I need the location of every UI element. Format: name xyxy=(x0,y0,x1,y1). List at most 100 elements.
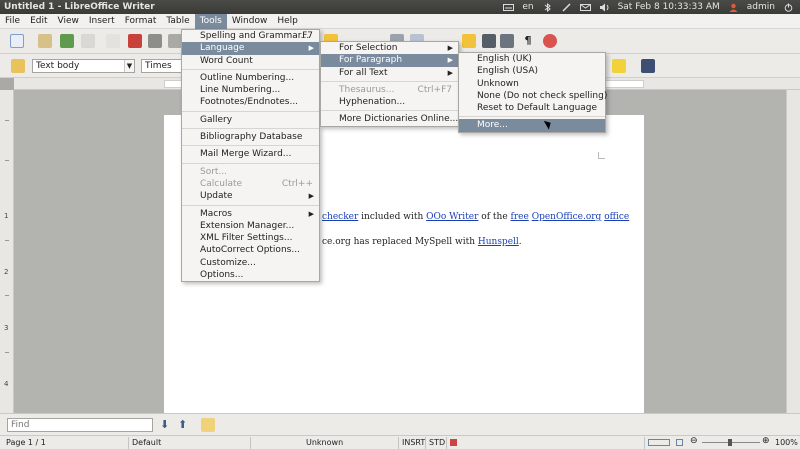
vertical-scrollbar[interactable] xyxy=(786,90,800,413)
hyperlink[interactable]: free xyxy=(511,212,529,222)
find-input[interactable]: Find xyxy=(7,418,153,432)
gallery-icon[interactable] xyxy=(482,34,496,48)
paragraph-language-item-english-usa[interactable]: English (USA) xyxy=(459,65,605,77)
menu-item-word-count[interactable]: Word Count xyxy=(182,55,319,67)
paragraph-language-item-reset-to-default-language[interactable]: Reset to Default Language xyxy=(459,102,605,114)
menu-edit[interactable]: Edit xyxy=(25,14,52,29)
language-item-hyphenation[interactable]: Hyphenation... xyxy=(321,96,458,108)
menu-item-gallery[interactable]: Gallery xyxy=(182,114,319,126)
data-sources-icon[interactable] xyxy=(500,34,514,48)
menu-item-label: Gallery xyxy=(200,114,233,125)
selection-mode[interactable]: STD xyxy=(429,438,445,447)
menu-item-sort: Sort... xyxy=(182,166,319,178)
save-icon[interactable] xyxy=(60,34,74,48)
menu-item-label: For Selection xyxy=(339,43,398,53)
menu-item-label: None (Do not check spelling) xyxy=(477,90,608,101)
export-pdf-icon[interactable] xyxy=(128,34,142,48)
paragraph-language-item-english-uk[interactable]: English (UK) xyxy=(459,53,605,65)
language-item-for-all-text[interactable]: For all Text ▶ xyxy=(321,67,458,79)
menu-item-spelling-and-grammar[interactable]: Spelling and Grammar... F7 xyxy=(182,30,319,42)
menu-item-xml-filter-settings[interactable]: XML Filter Settings... xyxy=(182,232,319,244)
page-style[interactable]: Default xyxy=(132,438,161,447)
volume-icon[interactable] xyxy=(599,3,610,12)
menu-insert[interactable]: Insert xyxy=(84,14,120,29)
insert-mode[interactable]: INSRT xyxy=(402,438,425,447)
keyboard-layout[interactable]: en xyxy=(522,2,533,12)
zoom-slider-handle[interactable] xyxy=(728,439,732,446)
print-icon[interactable] xyxy=(148,34,162,48)
hyperlink[interactable]: OpenOffice.org xyxy=(532,212,602,222)
styles-icon[interactable] xyxy=(11,59,25,73)
document-area[interactable]: checker included with OOo Writer of the … xyxy=(14,90,786,435)
find-previous-icon[interactable]: ⬇ xyxy=(160,418,169,431)
zoom-out-icon[interactable]: ⊖ xyxy=(690,436,698,446)
paragraph-language-item-more[interactable]: More... xyxy=(459,119,605,132)
zoom-level[interactable]: 100% xyxy=(775,438,798,447)
menu-window[interactable]: Window xyxy=(227,14,273,29)
document-line-1[interactable]: checker included with OOo Writer of the … xyxy=(322,212,629,222)
menu-item-outline-numbering[interactable]: Outline Numbering... xyxy=(182,72,319,84)
open-icon[interactable] xyxy=(38,34,52,48)
menu-file[interactable]: File xyxy=(0,14,25,29)
menu-item-bibliography-database[interactable]: Bibliography Database xyxy=(182,131,319,143)
book-view-icon[interactable] xyxy=(676,439,683,446)
menu-item-extension-manager[interactable]: Extension Manager... xyxy=(182,220,319,232)
pilcrow-icon[interactable]: ¶ xyxy=(521,34,535,48)
email-icon[interactable] xyxy=(81,34,95,48)
network-icon[interactable] xyxy=(561,2,572,12)
highlight-icon[interactable] xyxy=(612,59,626,73)
paragraph-style-combo[interactable]: Text body ▼ xyxy=(32,59,135,73)
navigator-icon[interactable] xyxy=(462,34,476,48)
menu-item-autocorrect-options[interactable]: AutoCorrect Options... xyxy=(182,244,319,256)
language-item-more-dictionaries-online[interactable]: More Dictionaries Online... xyxy=(321,113,458,125)
vertical-ruler[interactable]: 1 2 3 4 xyxy=(0,90,14,413)
hyperlink[interactable]: office xyxy=(604,212,629,222)
menu-view[interactable]: View xyxy=(53,14,84,29)
clock[interactable]: Sat Feb 8 10:33:33 AM xyxy=(618,2,720,12)
paragraph-language-item-unknown[interactable]: Unknown xyxy=(459,78,605,90)
background-color-icon[interactable] xyxy=(641,59,655,73)
language-item-for-selection[interactable]: For Selection ▶ xyxy=(321,42,458,54)
menu-format[interactable]: Format xyxy=(120,14,162,29)
text-run: . xyxy=(518,237,522,247)
user-name[interactable]: admin xyxy=(747,2,775,12)
menu-table[interactable]: Table xyxy=(161,14,194,29)
language-status[interactable]: Unknown xyxy=(306,438,343,447)
view-layout-icon[interactable] xyxy=(648,439,670,446)
menu-item-footnotes-endnotes[interactable]: Footnotes/Endnotes... xyxy=(182,96,319,108)
menu-divider xyxy=(182,110,319,112)
find-next-icon[interactable]: ⬆ xyxy=(178,418,187,431)
edit-file-icon[interactable] xyxy=(106,34,120,48)
hyperlink[interactable]: Hunspell xyxy=(478,237,519,247)
menu-item-label: English (UK) xyxy=(477,54,532,64)
print-preview-icon[interactable] xyxy=(168,34,182,48)
language-item-for-paragraph[interactable]: For Paragraph ▶ xyxy=(321,54,458,67)
chevron-down-icon[interactable]: ▼ xyxy=(124,60,134,72)
keyboard-icon[interactable] xyxy=(503,3,515,12)
menu-item-line-numbering[interactable]: Line Numbering... xyxy=(182,84,319,96)
menu-item-mail-merge-wizard[interactable]: Mail Merge Wizard... xyxy=(182,148,319,160)
document-line-2[interactable]: ce.org has replaced MySpell with Hunspel… xyxy=(322,237,522,247)
hyperlink[interactable]: OOo Writer xyxy=(426,212,478,222)
menu-item-customize[interactable]: Customize... xyxy=(182,257,319,269)
mail-icon[interactable] xyxy=(579,3,591,12)
submenu-arrow-icon: ▶ xyxy=(447,56,453,65)
help-icon[interactable] xyxy=(543,34,557,48)
menu-item-update[interactable]: Update ▶ xyxy=(182,190,319,202)
find-replace-icon[interactable] xyxy=(201,418,215,432)
menu-help[interactable]: Help xyxy=(272,14,303,29)
power-icon[interactable] xyxy=(783,3,794,12)
menu-item-macros[interactable]: Macros ▶ xyxy=(182,208,319,220)
font-name-combo[interactable]: Times Ne xyxy=(141,59,186,73)
menu-item-label: For all Text xyxy=(339,67,388,78)
zoom-in-icon[interactable]: ⊕ xyxy=(762,436,770,446)
menu-tools[interactable]: Tools xyxy=(194,13,227,29)
user-icon[interactable] xyxy=(728,3,739,12)
language-item-thesaurus: Thesaurus... Ctrl+F7 xyxy=(321,84,458,96)
menu-item-language[interactable]: Language ▶ xyxy=(182,42,319,55)
hyperlink[interactable]: checker xyxy=(322,212,358,222)
bluetooth-icon[interactable] xyxy=(542,2,553,12)
new-document-icon[interactable] xyxy=(10,34,24,48)
paragraph-language-item-none-do-not-check-spelling[interactable]: None (Do not check spelling) xyxy=(459,90,608,102)
menu-item-options[interactable]: Options... xyxy=(182,269,319,281)
